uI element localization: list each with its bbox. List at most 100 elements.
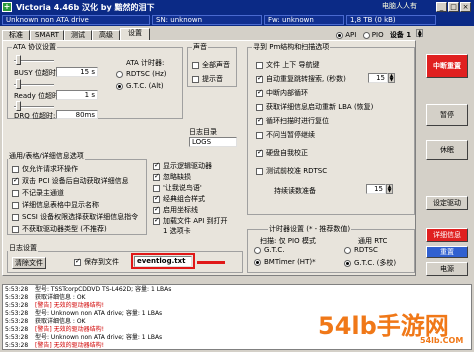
reset-button[interactable]: 重置 [426,246,468,258]
rdtsc-radio[interactable] [116,70,123,78]
api-radio[interactable] [336,31,343,39]
scan-checkbox-3[interactable] [256,103,263,111]
general-checkbox-0[interactable] [12,165,19,173]
repeat-delay-spinner[interactable]: ▲ ▼ [388,73,395,83]
scan-checkbox-4[interactable] [256,116,263,125]
extra-label-4: 启用坐标线 [163,206,198,214]
extra-checkbox-1[interactable] [153,172,160,181]
tab-smart[interactable]: SMART [30,30,64,40]
pause-button[interactable]: 暂停 [426,104,468,126]
extra-option-5: 加载文件 API 到打开 [153,216,228,226]
highlight-box [131,253,195,269]
general-checkbox-5[interactable] [12,225,19,233]
log-time: 5:53:28 [5,342,29,349]
beep-checkbox[interactable] [192,75,199,83]
general-label-3: 详细信息表格中显示名称 [22,201,99,209]
scan-option-1: 自动重复跳转搜索, (秒数) [256,74,346,84]
tab-advanced[interactable]: 高级 [92,30,120,40]
scan-label-7: 测试前校准 RDTSC [266,167,328,175]
log-text: [警告] 无效的驱动器结构! [35,342,104,349]
drive-info-bar: Unknown non ATA drive SN: unknown Fw: un… [0,14,474,26]
gtc-radio[interactable] [116,82,123,90]
timer-settings-group: 计时器设置 (* - 推荐数值) 扫描: 仅 PIO 模式 通用 RTC G.T… [247,224,415,273]
scan-checkbox-1[interactable] [256,74,263,83]
scan-checkbox-7[interactable] [256,167,263,175]
extra-checkbox-4[interactable] [153,205,160,214]
general-checkbox-3[interactable] [12,201,19,209]
sleep-button[interactable]: 休眠 [426,140,468,160]
gtc-sub: (Alt) [148,82,164,90]
maximize-button[interactable]: □ [448,2,459,12]
power-button[interactable]: 电源 [426,262,468,276]
scan-option-5: 不问当暂停继续 [256,130,315,140]
gtc-scan-radio[interactable] [254,246,261,254]
extra-label-1: 忽略缺损 [163,173,191,181]
extra-checkbox-3[interactable] [153,194,160,203]
drive-name: Unknown non ATA drive [2,15,150,25]
extra-option-4: 启用坐标线 [153,205,198,215]
clear-file-button[interactable]: 清除文件 [12,257,46,269]
tab-standard[interactable]: 标准 [2,30,30,40]
scan-checkbox-6[interactable] [256,148,263,157]
sound-title: 声音 [192,42,208,52]
extra-option-1: 忽略缺损 [153,172,191,182]
gtc-rtc-option: G.T.C. (多校) [344,258,396,268]
settings-panel: ATA 协议设置 BUSY 位超时: 15 s Ready 位超时: 1 s D… [2,40,416,276]
scan-label-1: 自动重复跳转搜索, (秒数) [266,75,346,83]
drive-params-button[interactable]: 设定驱动 [426,196,468,210]
drq-slider-knob[interactable] [16,101,21,111]
highlight-arrow [197,261,225,264]
log-line: 5:53:28 获取详细信息 : OK [5,318,86,326]
scan-checkbox-0[interactable] [256,61,263,69]
tab-test[interactable]: 测试 [64,30,92,40]
general-checkbox-4[interactable] [12,213,19,221]
repeat-delay-input[interactable]: 15 [368,73,388,83]
general-checkbox-1[interactable] [12,176,19,185]
bmtimer-radio[interactable] [254,258,261,266]
gtc-rtc-radio[interactable] [344,259,351,267]
window-title: Victoria 4.46b 汉化 by 黯然的泪下 [16,3,155,12]
log-line: 5:53:28 [警告] 无效的驱动器结构! [5,326,104,334]
api-label: API [345,31,357,39]
general-checkbox-2[interactable] [12,189,19,197]
scan-mode-label: 扫描: 仅 PIO 模式 [260,237,316,245]
rdtsc-rtc-radio[interactable] [344,246,351,254]
interrupt-reset-button[interactable]: 中断重置 [426,54,468,78]
bmtimer-option: BMTimer (HT)* [254,258,316,266]
extra-checkbox-2[interactable] [153,184,160,192]
minimize-button[interactable]: _ [436,2,447,12]
ready-slider-knob[interactable] [16,79,21,89]
scan-checkbox-2[interactable] [256,88,263,97]
log-line: 5:53:28 型号: Unknown non ATA drive; 容量: 1 … [5,310,162,318]
pio-radio[interactable] [362,31,370,39]
pause-input[interactable]: 15 [366,184,386,194]
scan-label-2: 中断内部循环 [266,89,308,97]
log-text: 型号: Unknown non ATA drive; 容量: 1 LBAs [35,310,163,317]
scan-option-3: 获取详细信息启动重新 LBA (恢复) [256,102,373,112]
log-text: [警告] 无效的驱动器结构! [35,302,104,309]
extra-label-0: 显示逻辑驱动器 [163,162,212,170]
general-label-0: 仅允许请求环操作 [22,165,78,173]
extra-checkbox-0[interactable] [153,161,160,170]
extra-checkbox-5[interactable] [153,216,160,225]
watermark-text: 电脑人人有 [382,2,417,10]
scan-checkbox-5[interactable] [256,131,263,139]
scan-options-title: 寻到 Pm结构和扫描选项 [252,42,331,52]
save-to-file-checkbox[interactable] [74,257,81,266]
mode-selector: API PIO 设备 1 ▲ ▼ [336,29,424,40]
log-settings-title: 日志设置 [8,243,38,253]
all-sound-checkbox[interactable] [192,61,199,69]
device-spinner[interactable]: ▲ ▼ [416,29,424,39]
close-button[interactable]: × [460,2,471,12]
busy-slider-knob[interactable] [16,55,21,65]
sound-group: 声音 全部声音 提示音 [187,42,237,87]
info-button[interactable]: 详细信息 [426,228,468,242]
all-sound-label: 全部声音 [202,61,230,69]
log-time: 5:53:28 [5,318,29,325]
pause-spinner[interactable]: ▲ ▼ [386,184,393,194]
tab-settings[interactable]: 设置 [120,28,150,40]
general-option-3: 详细信息表格中显示名称 [12,200,99,210]
drq-timeout-value: 80ms [56,110,98,119]
general-label-2: 不记录主通道 [22,189,64,197]
log-directory-input[interactable]: LOGS [189,137,237,147]
